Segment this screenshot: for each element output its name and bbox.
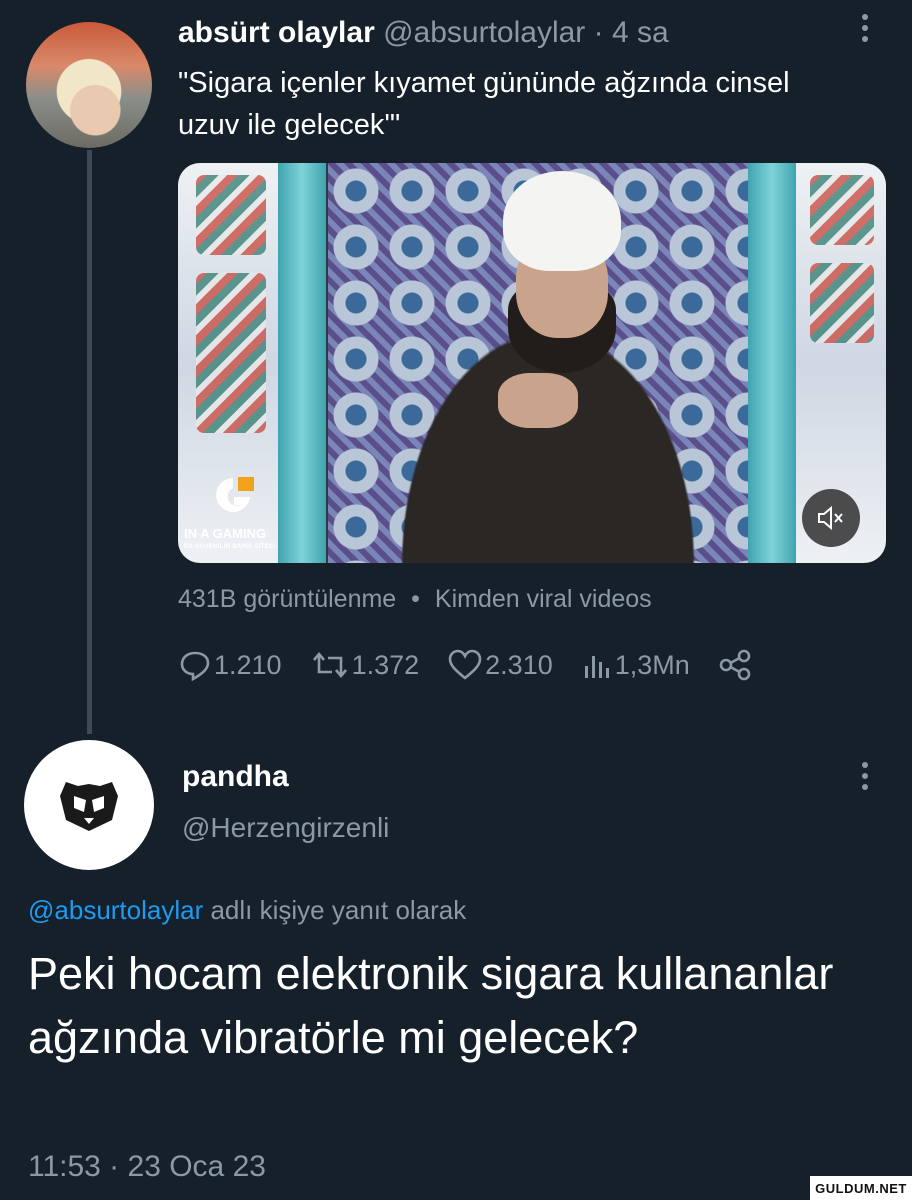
tweet1-header: absürt olaylar @absurtolaylar · 4 sa [178, 16, 669, 50]
video-overlay-logo-subtext: EN GÜVENİLİR BAHİS SİTESİ [184, 544, 276, 550]
panda-icon [60, 782, 118, 831]
retweet-button[interactable]: 1.372 [310, 648, 420, 682]
tweet1-text: "Sigara içenler kıyamet gününde ağzında … [178, 67, 790, 141]
tweet1-views-line: 431B görüntülenme • Kimden viral videos [178, 585, 652, 614]
more-icon[interactable] [858, 760, 872, 798]
tweet1-handle[interactable]: @absurtolaylar [383, 16, 585, 49]
video-speaker-hand [498, 373, 578, 428]
impression-count: 1,3Mn [614, 649, 690, 680]
share-icon [719, 649, 751, 681]
tweet2-handle[interactable]: @Herzengirzenli [182, 812, 389, 844]
retweet-icon [312, 651, 347, 679]
video-speaker-turban [503, 171, 621, 271]
tweet1-action-bar: 1.210 1.372 2.310 1,3Mn [178, 645, 782, 685]
reply-count: 1.210 [214, 649, 282, 680]
tweet2-text: Peki hocam elektronik sigara kullananlar… [28, 948, 834, 1063]
gaming-logo-icon [216, 477, 254, 512]
video-column-right [748, 163, 796, 563]
views-icon [584, 656, 609, 678]
like-icon [448, 649, 482, 680]
video-overlay-logo-text: IN A GAMING [184, 526, 267, 541]
tweet2-timestamp[interactable]: 11:53 · 23 Oca 23 [28, 1150, 266, 1184]
video-calligraphy-left [196, 175, 266, 255]
video-tile-deco-left [196, 273, 266, 433]
like-count: 2.310 [485, 649, 553, 680]
more-icon[interactable] [858, 12, 872, 50]
mute-icon [818, 505, 843, 531]
mute-button[interactable] [802, 489, 860, 547]
reply-context-text: adlı kişiye yanıt olarak [203, 895, 467, 925]
tweet1-display-name[interactable]: absürt olaylar [178, 16, 375, 49]
reply-mention-link[interactable]: @absurtolaylar [28, 895, 203, 925]
avatar-absurt-olaylar[interactable] [26, 22, 152, 148]
views-button[interactable]: 1,3Mn [581, 648, 690, 682]
video-calligraphy-right [810, 175, 874, 245]
tweet1-video-source[interactable]: Kimden viral videos [435, 585, 652, 613]
tweet2-display-name[interactable]: pandha [182, 760, 289, 794]
avatar-pandha[interactable] [24, 740, 154, 870]
tweet1-video[interactable]: IN A GAMING EN GÜVENİLİR BAHİS SİTESİ [178, 163, 886, 563]
tweet1-time[interactable]: · 4 sa [594, 16, 669, 49]
retweet-count: 1.372 [351, 649, 420, 680]
thread-line [87, 150, 92, 734]
video-tile-deco-right [810, 263, 874, 343]
share-button[interactable] [718, 648, 754, 682]
site-watermark: GULDUM.NET [810, 1176, 912, 1200]
reply-icon [180, 651, 210, 682]
tweet1-view-count: 431B görüntülenme [178, 585, 397, 613]
like-button[interactable]: 2.310 [447, 648, 553, 682]
reply-button[interactable]: 1.210 [178, 648, 282, 682]
video-column-left [278, 163, 326, 563]
reply-context: @absurtolaylar adlı kişiye yanıt olarak [28, 895, 466, 926]
views-separator: • [411, 585, 420, 613]
